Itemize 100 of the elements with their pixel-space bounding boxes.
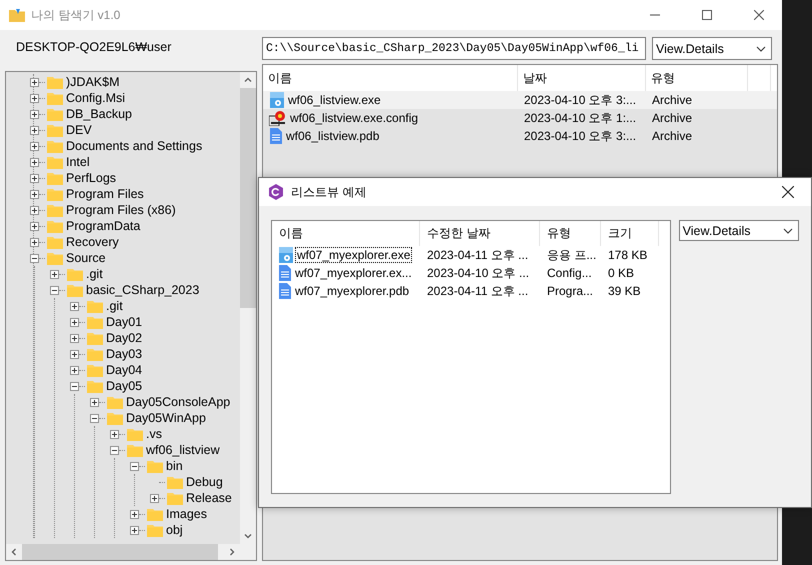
expand-toggle[interactable] [30, 238, 39, 246]
tree-item[interactable]: .git [106, 299, 123, 313]
tree-item[interactable]: Documents and Settings [66, 139, 202, 153]
folder-icon [87, 315, 103, 329]
file-row[interactable]: wf07_myexplorer.pdb 2023-04-11 오후 ... Progra... 39 KB [272, 282, 670, 300]
tree-item[interactable]: Day03 [106, 347, 142, 361]
scrollbar-thumb[interactable] [22, 544, 218, 560]
date-text: 2023-04-10 오후 3:... [523, 92, 638, 108]
tree-item[interactable]: Source [66, 251, 106, 265]
expand-toggle[interactable] [30, 206, 39, 214]
expand-toggle[interactable] [30, 110, 39, 118]
collapse-toggle[interactable] [70, 382, 79, 390]
document-icon [278, 283, 292, 299]
tree-item[interactable]: )JDAK$M [66, 75, 120, 89]
expand-toggle[interactable] [70, 302, 79, 310]
expand-toggle[interactable] [50, 270, 59, 278]
column-header[interactable]: 크기 [601, 221, 659, 246]
user-label: DESKTOP-QO2E9L6₩user [15, 39, 172, 56]
tree-item[interactable]: Release [186, 491, 232, 505]
column-header[interactable]: 유형 [540, 221, 601, 246]
folder-icon [47, 171, 63, 185]
expand-toggle[interactable] [90, 398, 99, 406]
type-text: Archive [651, 93, 694, 107]
folder-icon [147, 523, 163, 537]
tree-item[interactable]: ProgramData [66, 219, 140, 233]
tree-item[interactable]: PerfLogs [66, 171, 116, 185]
document-icon [269, 128, 283, 144]
tree-item[interactable]: Day05 [106, 379, 142, 393]
collapse-toggle[interactable] [50, 286, 59, 294]
tree-item[interactable]: wf06_listview [146, 443, 220, 457]
path-field[interactable]: C:\\Source\basic_CSharp_2023\Day05\Day05WinApp\wf06_li [262, 37, 646, 60]
expand-toggle[interactable] [130, 526, 139, 534]
hexagon-logo-icon [268, 184, 284, 200]
expand-toggle[interactable] [30, 142, 39, 150]
view-dropdown[interactable]: View.Details [678, 220, 799, 241]
type-text: 응용 프... [546, 246, 598, 264]
close-icon [754, 10, 764, 20]
expand-toggle[interactable] [130, 510, 139, 518]
tree-item[interactable]: Day02 [106, 331, 142, 345]
tree-item[interactable]: Day05WinApp [126, 411, 206, 425]
tree-item[interactable]: Config.Msi [66, 91, 126, 105]
file-row[interactable]: wf06_listview.exe 2023-04-10 오후 3:... Archive [263, 91, 777, 109]
collapse-toggle[interactable] [130, 462, 139, 470]
folder-icon [87, 331, 103, 345]
tree-item[interactable]: basic_CSharp_2023 [86, 283, 200, 297]
file-row[interactable]: wf07_myexplorer.exe 2023-04-11 오후 ... 응용 프... 178 KB [272, 246, 670, 264]
tree-item[interactable]: Day04 [106, 363, 142, 377]
folder-icon [47, 219, 63, 233]
expand-toggle[interactable] [30, 174, 39, 182]
dialog-title: 리스트뷰 예제 [291, 184, 368, 200]
expand-toggle[interactable] [30, 158, 39, 166]
expand-toggle[interactable] [30, 190, 39, 198]
folder-icon [47, 155, 63, 169]
tree-item[interactable]: Debug [186, 475, 223, 489]
tree-item[interactable]: Program Files [66, 187, 144, 201]
file-row[interactable]: wf07_myexplorer.ex... 2023-04-10 오후 ... Config... 0 KB [272, 264, 670, 282]
tree-item[interactable]: .vs [146, 427, 162, 441]
view-dropdown[interactable]: View.Details [652, 37, 772, 60]
tree-item[interactable]: Program Files (x86) [66, 203, 176, 217]
folder-icon [107, 395, 123, 409]
expand-toggle[interactable] [70, 350, 79, 358]
collapse-toggle[interactable] [90, 414, 99, 422]
expand-toggle[interactable] [70, 334, 79, 342]
column-header[interactable]: 수정한 날짜 [420, 221, 540, 246]
tree-item[interactable]: Day05ConsoleApp [126, 395, 230, 409]
horizontal-scrollbar[interactable] [6, 544, 240, 560]
tree-item[interactable]: Day01 [106, 315, 142, 329]
column-header[interactable]: 이름 [272, 221, 420, 246]
tree-item[interactable]: obj [166, 523, 183, 537]
file-name: wf06_listview.exe.config [289, 111, 420, 125]
folder-icon [47, 251, 63, 265]
expand-toggle[interactable] [70, 366, 79, 374]
date-text: 2023-04-10 오후 1:... [523, 110, 638, 126]
caret-icon [783, 228, 793, 234]
tree-item[interactable]: bin [166, 459, 183, 473]
vertical-scrollbar[interactable] [240, 72, 256, 544]
tree-item[interactable]: .git [86, 267, 103, 281]
window-title: 나의 탐색기 v1.0 [31, 6, 122, 24]
date-text: 2023-04-10 오후 ... [426, 264, 530, 282]
folder-icon [167, 491, 183, 505]
tree-item[interactable]: DB_Backup [66, 107, 132, 121]
expand-toggle[interactable] [70, 318, 79, 326]
folder-icon [87, 299, 103, 313]
expand-toggle[interactable] [30, 94, 39, 102]
type-text: Progra... [546, 284, 594, 298]
type-text: Archive [651, 129, 694, 143]
expand-toggle[interactable] [150, 494, 159, 502]
expand-toggle[interactable] [30, 78, 39, 86]
file-row[interactable]: wf06_listview.exe.config 2023-04-10 오후 1:... Archive [263, 109, 777, 127]
tree-item[interactable]: Images [166, 507, 207, 521]
collapse-toggle[interactable] [110, 446, 119, 454]
tree-item[interactable]: DEV [66, 123, 92, 137]
tree-item[interactable]: Intel [66, 155, 90, 169]
expand-toggle[interactable] [110, 430, 119, 438]
collapse-toggle[interactable] [30, 254, 39, 262]
expand-toggle[interactable] [30, 222, 39, 230]
expand-toggle[interactable] [30, 126, 39, 134]
scrollbar-thumb[interactable] [240, 88, 256, 308]
tree-item[interactable]: Recovery [66, 235, 119, 249]
file-row[interactable]: wf06_listview.pdb 2023-04-10 오후 3:... Archive [263, 127, 777, 145]
